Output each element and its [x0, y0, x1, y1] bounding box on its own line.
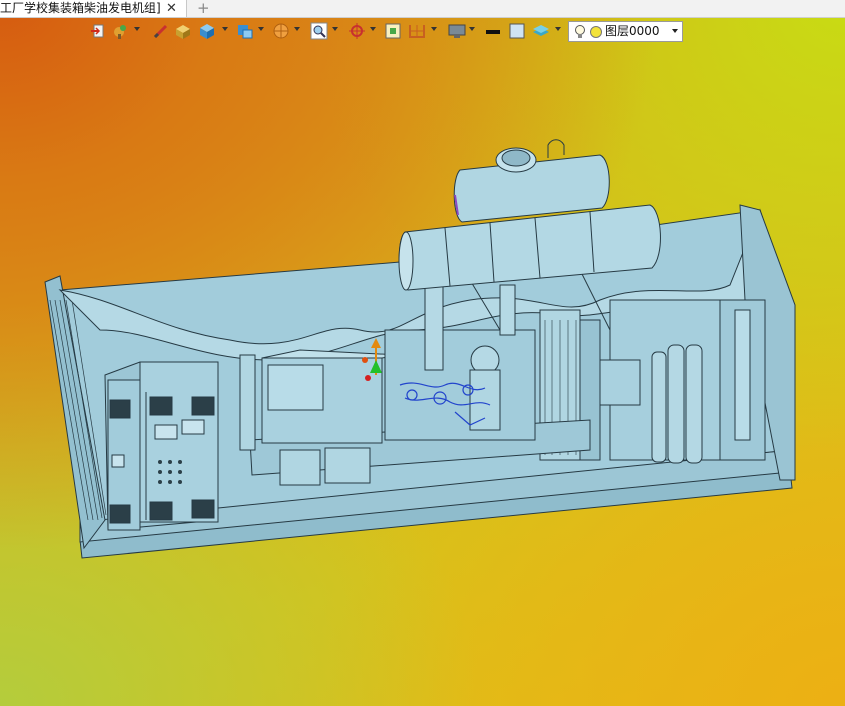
- gas-cylinder: [667, 344, 685, 464]
- line-color-swatch[interactable]: [484, 22, 506, 40]
- chevron-down-icon[interactable]: [555, 27, 561, 31]
- section-icon[interactable]: [272, 22, 294, 40]
- shaded-box-icon[interactable]: [174, 22, 196, 40]
- container-genset-model[interactable]: [0, 0, 845, 706]
- split-view-icon[interactable]: [408, 22, 430, 40]
- chevron-down-icon[interactable]: [294, 27, 300, 31]
- view-cube-icon[interactable]: [198, 22, 220, 40]
- 3d-viewport[interactable]: [0, 0, 845, 706]
- gas-cylinder: [685, 344, 703, 464]
- lightbulb-icon[interactable]: [573, 24, 587, 39]
- chevron-down-icon[interactable]: [672, 29, 678, 33]
- document-tab-bar: 工厂学校集装箱柴油发电机组] ✕ +: [0, 0, 845, 18]
- layers-stack-icon[interactable]: [532, 22, 554, 40]
- tab-title: 工厂学校集装箱柴油发电机组]: [0, 1, 161, 15]
- gas-cylinder: [651, 351, 667, 463]
- render-mode-icon[interactable]: [236, 22, 258, 40]
- layer-select[interactable]: 图层0000: [568, 21, 683, 42]
- layer-color-icon[interactable]: [589, 25, 603, 39]
- exit-icon[interactable]: [90, 22, 112, 40]
- chevron-down-icon[interactable]: [431, 27, 437, 31]
- fill-color-swatch[interactable]: [508, 22, 530, 40]
- chevron-down-icon[interactable]: [222, 27, 228, 31]
- chevron-down-icon[interactable]: [134, 27, 140, 31]
- chevron-down-icon[interactable]: [370, 27, 376, 31]
- color-brush-icon[interactable]: [112, 22, 134, 40]
- layer-name: 图层0000: [605, 24, 660, 38]
- rotate-pan-icon[interactable]: [348, 22, 370, 40]
- line-style-icon[interactable]: [152, 22, 174, 40]
- frame-icon[interactable]: [384, 22, 406, 40]
- monitor-icon[interactable]: [448, 22, 470, 40]
- add-tab-icon[interactable]: +: [197, 0, 210, 17]
- chevron-down-icon[interactable]: [258, 27, 264, 31]
- close-icon[interactable]: ✕: [166, 0, 177, 17]
- document-tab[interactable]: 工厂学校集装箱柴油发电机组] ✕: [0, 0, 187, 17]
- zoom-window-icon[interactable]: [310, 22, 332, 40]
- chevron-down-icon[interactable]: [469, 27, 475, 31]
- chevron-down-icon[interactable]: [332, 27, 338, 31]
